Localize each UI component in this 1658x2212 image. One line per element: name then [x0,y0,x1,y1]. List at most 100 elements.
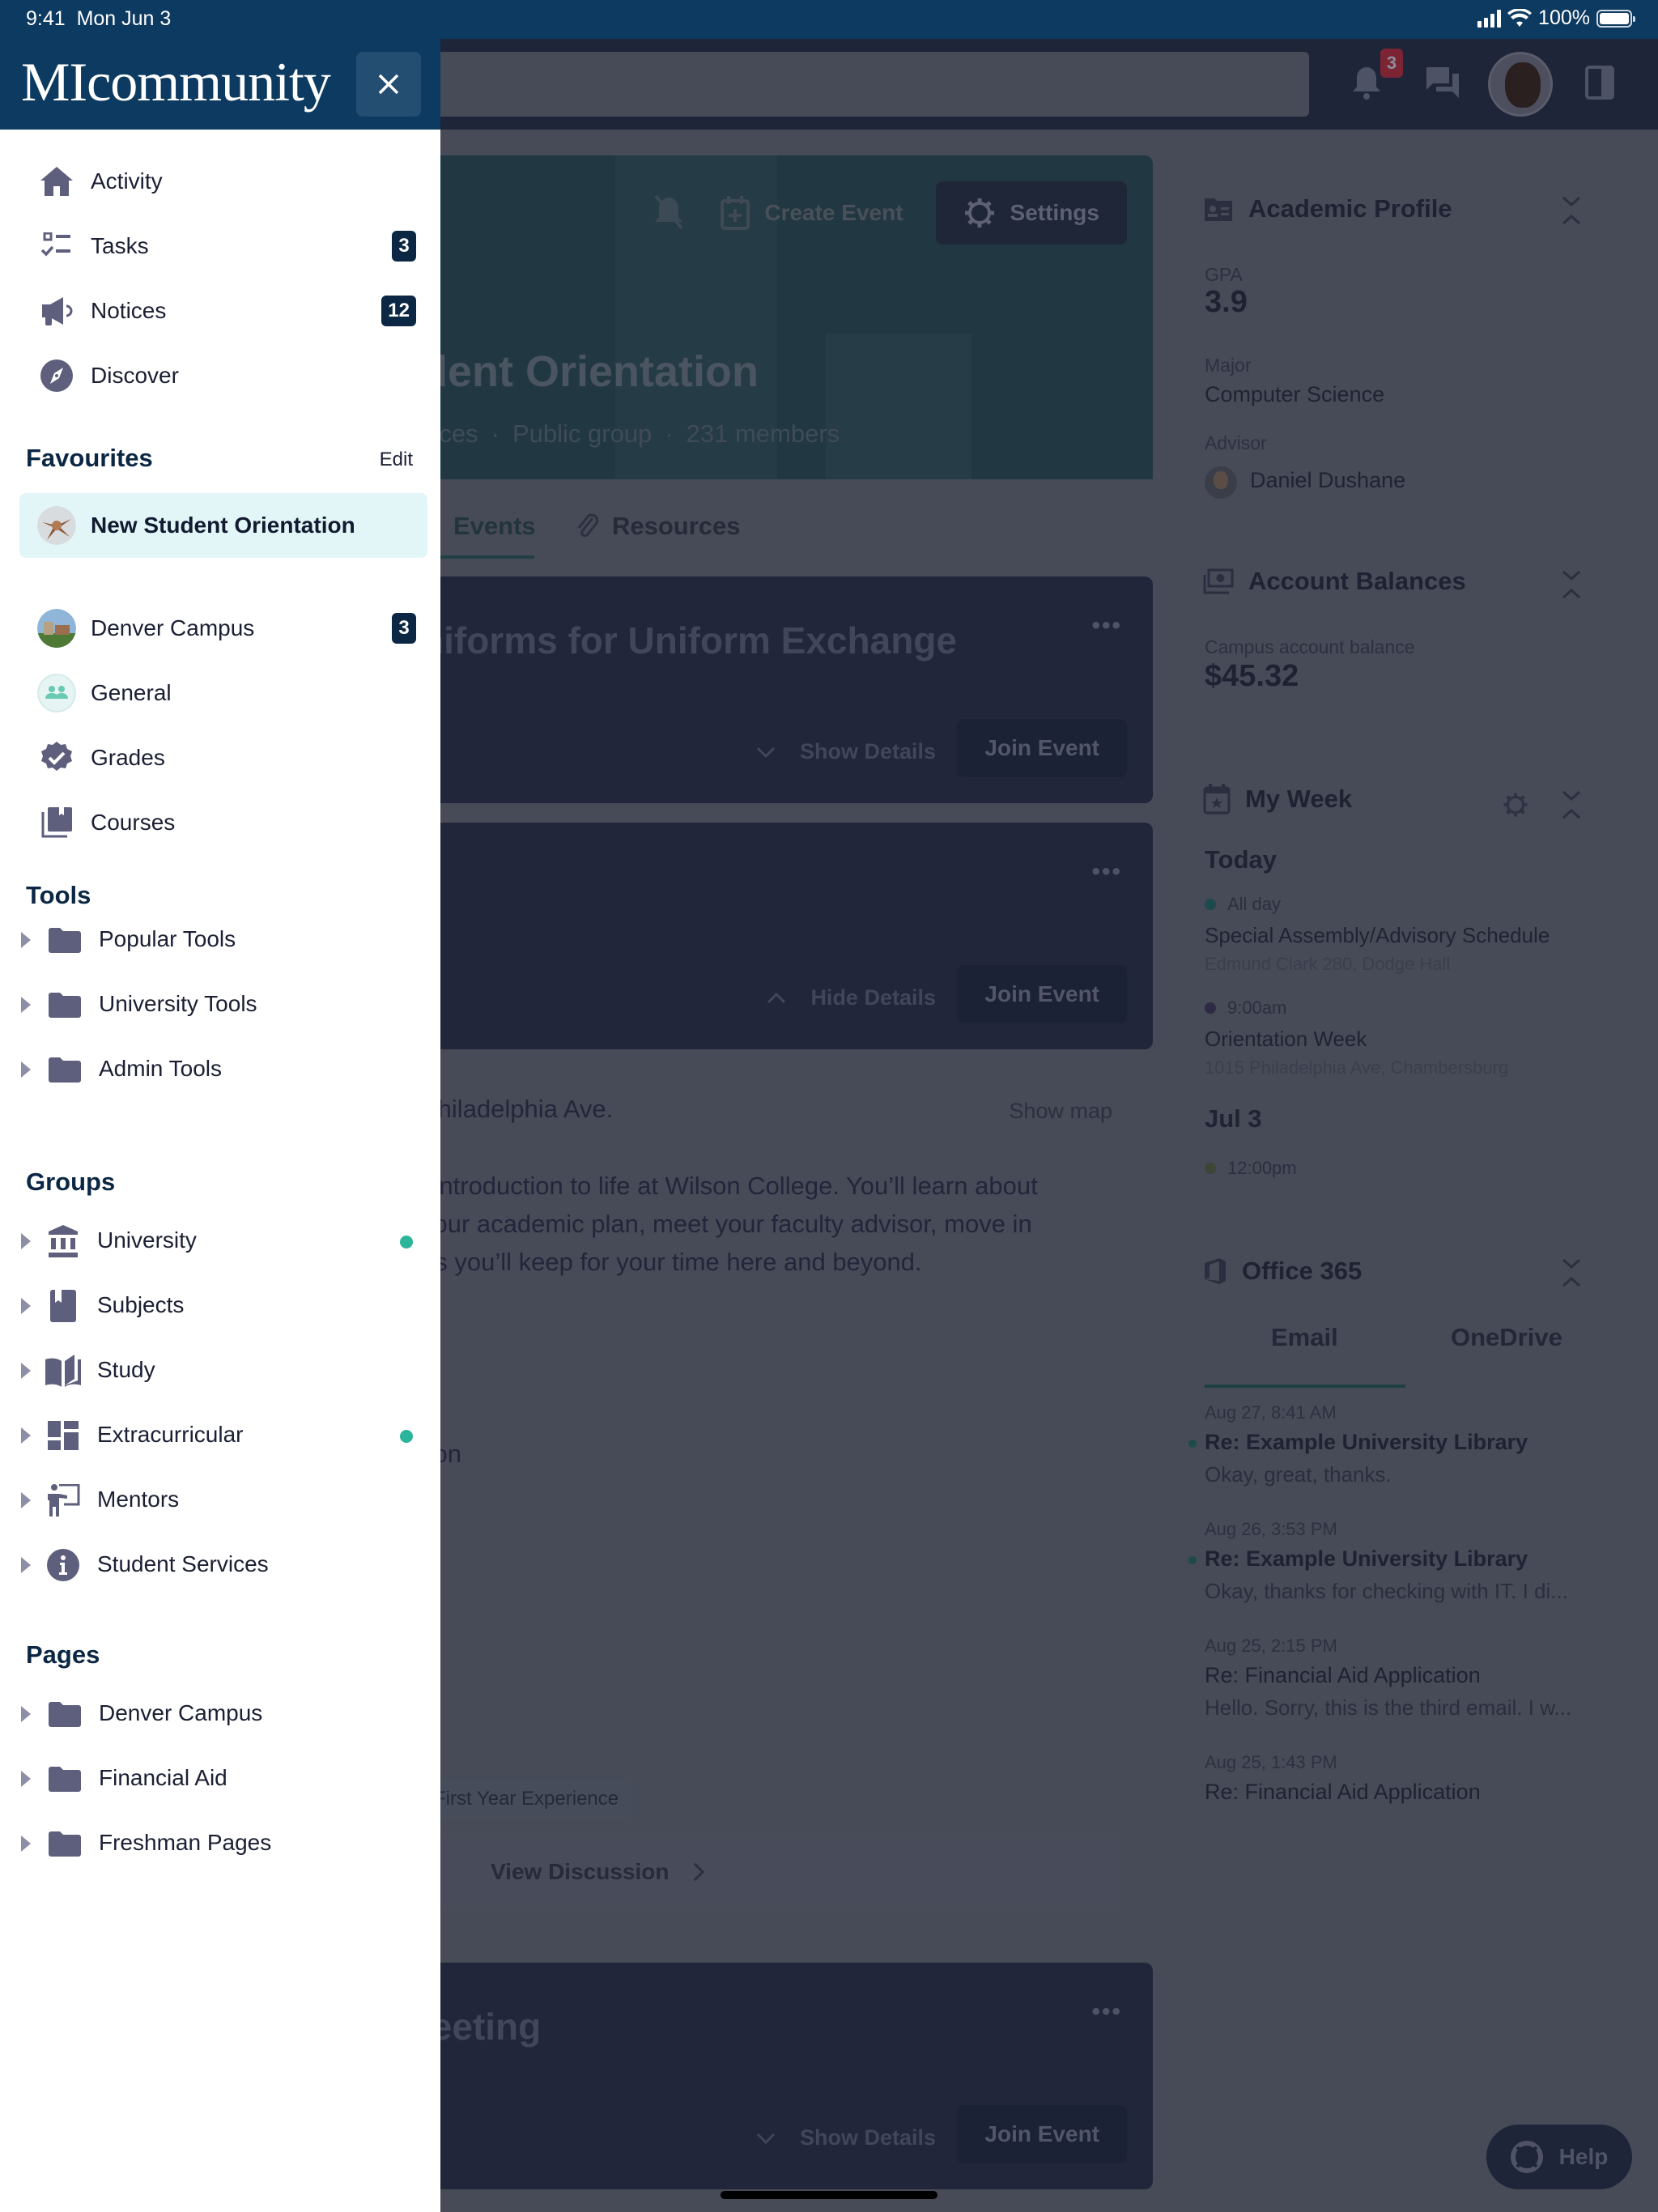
page-financial-aid[interactable]: Financial Aid [0,1749,440,1809]
create-event-button[interactable]: Create Event [721,196,903,230]
nav-discover[interactable]: Discover [19,346,427,406]
group-university[interactable]: University [0,1211,440,1271]
expand-caret-icon[interactable] [21,1363,31,1379]
favourite-courses[interactable]: Courses [19,793,427,853]
join-event-button[interactable]: Join Event [957,965,1127,1023]
tab-events[interactable]: Events [453,512,536,541]
groups-heading: Groups [26,1168,116,1196]
group-student-services[interactable]: Student Services [0,1535,440,1595]
collapse-icon[interactable] [1559,568,1584,601]
more-options-icon[interactable]: ••• [1091,612,1122,640]
collapse-icon[interactable] [1559,1257,1584,1289]
unread-dot [1188,1556,1197,1564]
show-map-link[interactable]: Show map [1009,1099,1112,1124]
nav-activity[interactable]: Activity [19,151,427,211]
tab-email[interactable]: Email [1271,1323,1338,1352]
expand-caret-icon[interactable] [21,1557,31,1573]
hide-details-button[interactable]: Hide Details [767,985,936,1010]
day-heading: Today [1205,845,1277,874]
active-tab-indicator [1205,1385,1405,1388]
wifi-icon [1507,8,1533,27]
expand-caret-icon[interactable] [21,1427,31,1444]
event-card[interactable]: ••• Hide Details Join Event [421,823,1153,1049]
more-options-icon[interactable]: ••• [1091,858,1122,886]
expand-caret-icon[interactable] [21,1492,31,1508]
event-color-dot [1205,1163,1216,1174]
event-time: 9:00am [1205,998,1286,1019]
tab-onedrive[interactable]: OneDrive [1451,1323,1562,1352]
tab-resources[interactable]: Resources [575,512,741,541]
show-details-button[interactable]: Show Details [756,739,936,764]
show-details-button[interactable]: Show Details [756,2125,936,2150]
nav-notices[interactable]: Notices 12 [19,281,427,341]
collapse-icon[interactable] [1559,194,1584,227]
tools-heading: Tools [26,881,91,909]
expand-caret-icon[interactable] [21,1836,31,1852]
settings-button[interactable]: Settings [935,181,1127,245]
expand-caret-icon[interactable] [21,997,31,1013]
group-subjects[interactable]: Subjects [0,1276,440,1336]
event-title[interactable]: Orientation Week [1205,1027,1367,1052]
notices-count-badge: 12 [381,296,416,326]
favourite-new-student-orientation[interactable]: New Student Orientation [19,493,427,558]
group-title: dent Orientation [421,347,759,396]
event-time: 12:00pm [1205,1158,1297,1179]
expand-caret-icon[interactable] [21,1771,31,1787]
tools-university-tools[interactable]: University Tools [0,975,440,1035]
event-description-line: your academic plan, meet your faculty ad… [421,1210,1032,1238]
collapse-icon[interactable] [1559,789,1584,821]
verified-badge-icon [39,740,74,776]
tools-admin-tools[interactable]: Admin Tools [0,1040,440,1100]
group-extracurricular[interactable]: Extracurricular [0,1406,440,1465]
denver-campus-count-badge: 3 [392,613,416,644]
gpa-value: 3.9 [1205,285,1248,319]
join-event-button[interactable]: Join Event [957,2105,1127,2163]
help-button[interactable]: Help [1486,2125,1632,2189]
side-panel-toggle-icon[interactable] [1577,60,1622,105]
people-icon [37,674,76,713]
join-event-button[interactable]: Join Event [957,719,1127,777]
week-settings-gear-icon[interactable] [1503,792,1528,818]
event-description-line: l introduction to life at Wilson College… [421,1172,1038,1200]
close-drawer-button[interactable] [356,52,421,117]
favourite-grades[interactable]: Grades [19,728,427,788]
gpa-label: GPA [1205,264,1243,285]
nav-tasks[interactable]: Tasks 3 [19,216,427,276]
group-study[interactable]: Study [0,1341,440,1401]
expand-caret-icon[interactable] [21,1233,31,1249]
status-time: 9:41 Mon Jun 3 [26,7,172,30]
user-avatar[interactable] [1488,52,1553,117]
event-description-line: ds you’ll keep for your time here and be… [421,1248,922,1276]
search-input[interactable] [421,52,1309,117]
calendar-add-icon [721,196,750,230]
expand-caret-icon[interactable] [21,1706,31,1722]
mute-notifications-button[interactable] [649,189,688,237]
page-denver-campus[interactable]: Denver Campus [0,1684,440,1744]
expand-caret-icon[interactable] [21,932,31,948]
tools-popular-tools[interactable]: Popular Tools [0,910,440,970]
expand-caret-icon[interactable] [21,1061,31,1078]
group-meta: vices · Public group · 231 members [421,419,840,448]
view-discussion-button[interactable]: View Discussion [421,1838,1120,1906]
event-color-dot [1205,1002,1216,1014]
notification-count-badge: 3 [1380,49,1403,78]
event-title[interactable]: Special Assembly/Advisory Schedule [1205,923,1550,948]
advisor-name[interactable]: Daniel Dushane [1250,468,1405,493]
office365-widget: Office 365 Email OneDrive Aug 27, 8:41 A… [1179,1203,1632,1804]
page-freshman-pages[interactable]: Freshman Pages [0,1814,440,1874]
chat-bubbles-icon[interactable] [1420,60,1465,105]
lifebuoy-icon [1510,2141,1543,2173]
event-card[interactable]: niforms for Uniform Exchange ••• Show De… [421,576,1153,803]
event-card[interactable]: leeting ••• Show Details Join Event [421,1963,1153,2189]
more-options-icon[interactable]: ••• [1091,1998,1122,2026]
expand-caret-icon[interactable] [21,1298,31,1314]
home-indicator[interactable] [721,2191,937,2199]
group-mentors[interactable]: Mentors [0,1470,440,1530]
folder-icon [47,1052,83,1087]
cellular-signal-icon [1477,9,1502,28]
favourite-general[interactable]: General [19,663,427,723]
edit-favourites-link[interactable]: Edit [380,449,413,471]
library-books-icon [39,805,74,840]
favourite-denver-campus[interactable]: Denver Campus 3 [19,598,427,658]
event-tag[interactable]: First Year Experience [421,1779,632,1819]
